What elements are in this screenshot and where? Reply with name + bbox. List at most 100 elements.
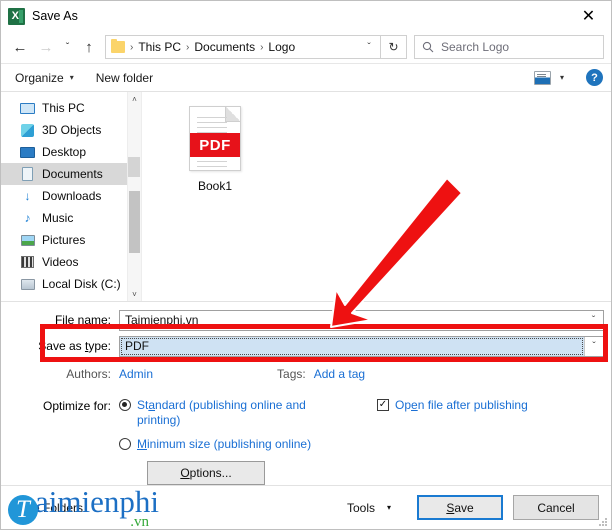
save-as-type-value: PDF: [120, 336, 584, 356]
pdf-file-icon: PDF: [189, 106, 241, 171]
view-layout-icon[interactable]: [533, 70, 551, 85]
radio-standard-label: Standard (publishing online and printing…: [137, 398, 306, 427]
folder-icon: [111, 39, 125, 53]
save-as-type-select[interactable]: PDF ˇ: [119, 335, 604, 357]
help-icon[interactable]: ?: [586, 69, 603, 86]
sidebar-item-label: Downloads: [42, 189, 102, 203]
authors-value[interactable]: Admin: [119, 367, 153, 381]
optimize-section: Optimize for: Standard (publishing onlin…: [1, 398, 611, 485]
options-button[interactable]: Options...: [147, 461, 265, 485]
tags-value[interactable]: Add a tag: [314, 367, 365, 381]
scrollbar-track[interactable]: [128, 106, 141, 287]
sidebar-item-this-pc[interactable]: This PC: [1, 97, 127, 119]
navigation-pane: This PC 3D Objects Desktop Documents ↓ D…: [1, 92, 127, 301]
cancel-button[interactable]: Cancel: [513, 495, 599, 520]
open-file-after-label: Open file after publishing: [395, 398, 528, 412]
breadcrumb-this-pc[interactable]: This PC: [138, 40, 181, 54]
window-title: Save As: [32, 9, 78, 23]
sidebar-item-downloads[interactable]: ↓ Downloads: [1, 185, 127, 207]
sidebar-item-videos[interactable]: Videos: [1, 251, 127, 273]
up-icon[interactable]: ↑: [76, 34, 102, 60]
doc-lines: [197, 161, 227, 171]
tags-label: Tags:: [277, 367, 306, 381]
sidebar-item-documents[interactable]: Documents: [1, 163, 127, 185]
radio-minimum-indicator[interactable]: [119, 438, 131, 450]
scrollbar-thumb[interactable]: [129, 191, 140, 254]
publish-options: ✓ Open file after publishing: [347, 398, 601, 485]
save-button[interactable]: Save: [417, 495, 503, 520]
back-icon[interactable]: ←: [7, 34, 33, 60]
search-icon: [415, 41, 441, 53]
scroll-down-icon[interactable]: ˅: [128, 287, 141, 301]
new-folder-button[interactable]: New folder: [96, 71, 153, 85]
save-as-type-row: Save as type: PDF ˇ: [1, 335, 611, 357]
navigation-bar: ← → ˇ ↑ › This PC › Documents › Logo ˇ ↻…: [1, 31, 611, 63]
chevron-down-icon[interactable]: ˇ: [584, 311, 603, 330]
sidebar-item-label: Pictures: [42, 233, 86, 247]
pc-icon: [19, 101, 36, 116]
breadcrumb-logo[interactable]: Logo: [268, 40, 295, 54]
metadata-row: Authors: Admin Tags: Add a tag: [1, 364, 611, 384]
open-file-after-publishing-checkbox[interactable]: ✓ Open file after publishing: [377, 398, 601, 413]
sidebar-item-3d-objects[interactable]: 3D Objects: [1, 119, 127, 141]
file-name-value: Taimienphi.vn: [125, 313, 199, 327]
optimize-options: Standard (publishing online and printing…: [119, 398, 347, 485]
chevron-down-icon: ▾: [386, 503, 391, 512]
refresh-icon[interactable]: ↻: [381, 35, 407, 59]
file-name-row: File name: Taimienphi.vn ˇ: [1, 309, 611, 331]
scrollbar-secondary-thumb[interactable]: [128, 156, 140, 177]
chevron-down-icon[interactable]: ▾: [560, 73, 564, 82]
excel-icon: X: [8, 7, 25, 25]
command-toolbar: Organize ▾ New folder ▾ ?: [1, 63, 611, 92]
authors-label: Authors:: [66, 367, 111, 381]
hide-folders-button[interactable]: Hide Folders: [15, 501, 83, 515]
optimize-label: Optimize for:: [42, 399, 111, 413]
3d-objects-icon: [19, 123, 36, 138]
radio-standard[interactable]: Standard (publishing online and printing…: [119, 398, 347, 428]
radio-minimum-label: Minimum size (publishing online): [137, 437, 312, 451]
breadcrumb-separator: ›: [130, 41, 134, 53]
file-name-label: File name:: [54, 313, 111, 327]
sidebar-item-desktop[interactable]: Desktop: [1, 141, 127, 163]
recent-locations-icon[interactable]: ˇ: [59, 34, 76, 60]
close-icon[interactable]: ✕: [566, 1, 611, 31]
search-box[interactable]: Search Logo: [414, 35, 604, 59]
sidebar-item-label: 3D Objects: [42, 123, 102, 137]
chevron-down-icon: ▾: [69, 73, 74, 82]
sidebar-item-label: Music: [42, 211, 74, 225]
sidebar-item-pictures[interactable]: Pictures: [1, 229, 127, 251]
sidebar-item-label: This PC: [42, 101, 85, 115]
search-placeholder: Search Logo: [441, 40, 510, 54]
pictures-icon: [19, 233, 36, 248]
radio-minimum-size[interactable]: Minimum size (publishing online): [119, 437, 347, 452]
disk-icon: [19, 277, 36, 292]
music-icon: ♪: [24, 211, 31, 225]
resize-grip[interactable]: [599, 518, 608, 527]
tools-button[interactable]: Tools ▾: [347, 501, 391, 515]
radio-standard-indicator[interactable]: [119, 399, 131, 411]
tools-label: Tools: [346, 500, 375, 515]
save-as-type-label: Save as type:: [38, 339, 111, 353]
desktop-icon: [19, 145, 36, 160]
sidebar-item-label: Videos: [42, 255, 79, 269]
list-item[interactable]: PDF Book1: [172, 106, 258, 193]
sidebar-item-local-disk-c[interactable]: Local Disk (C:): [1, 273, 127, 295]
pdf-badge: PDF: [190, 133, 240, 157]
save-as-dialog: X Save As ✕ ← → ˇ ↑ › This PC › Document…: [0, 0, 612, 530]
file-list-pane[interactable]: PDF Book1: [141, 92, 611, 301]
breadcrumb-documents[interactable]: Documents: [194, 40, 255, 54]
save-form: File name: Taimienphi.vn ˇ Save as type:…: [1, 302, 611, 485]
chevron-down-icon[interactable]: ˇ: [358, 36, 380, 58]
scroll-up-icon[interactable]: ˄: [128, 92, 141, 106]
file-name-label: Book1: [197, 179, 233, 193]
file-name-input[interactable]: Taimienphi.vn ˇ: [119, 309, 604, 331]
browser-area: This PC 3D Objects Desktop Documents ↓ D…: [1, 92, 611, 302]
sidebar-scrollbar[interactable]: ˄ ˅: [127, 92, 141, 301]
forward-icon: →: [38, 38, 54, 56]
checkbox-indicator[interactable]: ✓: [377, 399, 389, 411]
organize-button[interactable]: Organize ▾: [15, 71, 74, 85]
address-bar[interactable]: › This PC › Documents › Logo ˇ: [105, 35, 381, 59]
sidebar-item-music[interactable]: ♪ Music: [1, 207, 127, 229]
chevron-down-icon[interactable]: ˇ: [584, 336, 603, 356]
videos-icon: [19, 255, 36, 270]
